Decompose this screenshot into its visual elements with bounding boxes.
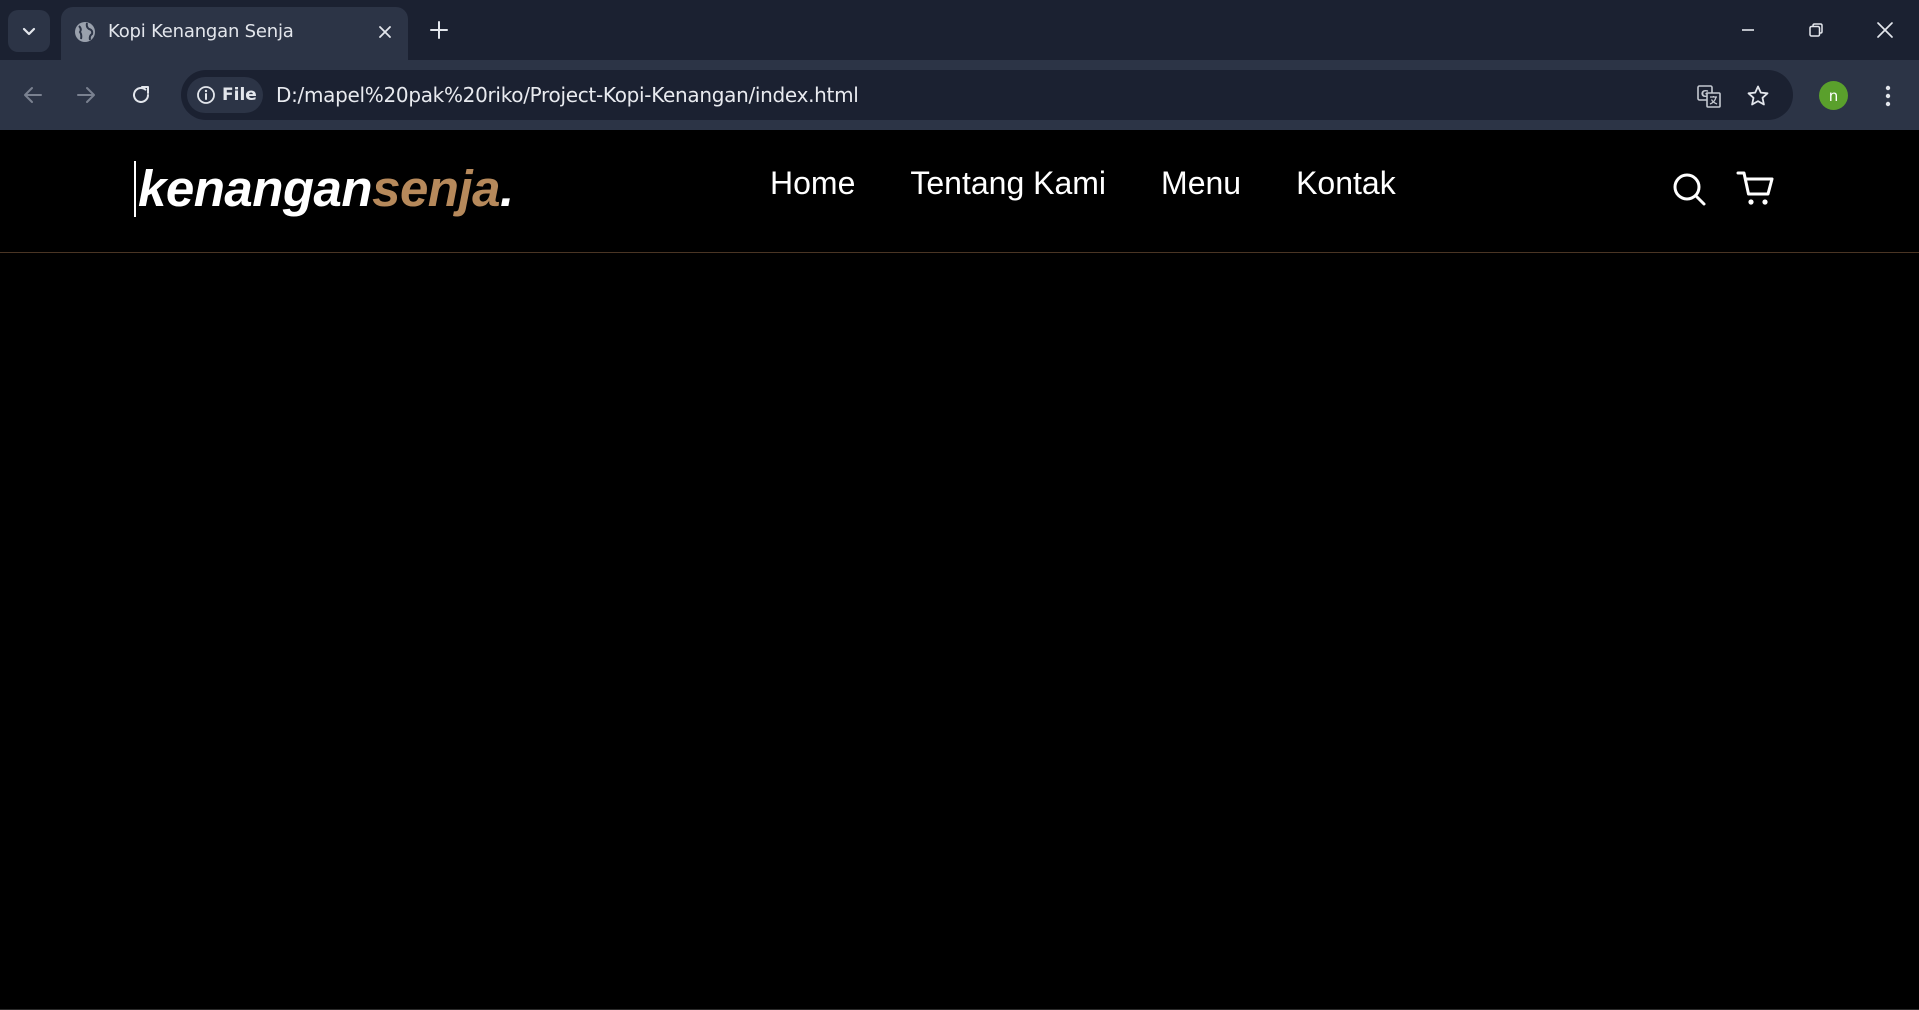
profile-avatar[interactable]: n xyxy=(1819,81,1848,110)
nav-link-tentang-kami[interactable]: Tentang Kami xyxy=(910,165,1106,202)
star-icon xyxy=(1747,85,1769,106)
logo-suffix: . xyxy=(500,160,514,217)
restore-icon xyxy=(1809,23,1823,37)
site-navbar: kenangansenja. Home Tentang Kami Menu Ko… xyxy=(0,130,1919,253)
shopping-cart-icon xyxy=(1736,171,1774,205)
reload-button[interactable] xyxy=(124,78,158,112)
tab-search-button[interactable] xyxy=(8,10,50,52)
minimize-icon xyxy=(1742,29,1754,31)
nav-link-menu[interactable]: Menu xyxy=(1161,165,1241,202)
tab-title: Kopi Kenangan Senja xyxy=(108,21,294,42)
chevron-down-icon xyxy=(22,27,36,36)
close-window-button[interactable] xyxy=(1862,12,1908,48)
reload-icon xyxy=(133,86,149,103)
tab-close-button[interactable] xyxy=(374,21,396,43)
minimize-button[interactable] xyxy=(1725,12,1771,48)
search-icon xyxy=(1673,173,1706,206)
forward-button[interactable] xyxy=(69,78,103,112)
site-search-button[interactable] xyxy=(1668,168,1710,210)
nav-link-kontak[interactable]: Kontak xyxy=(1296,165,1396,202)
more-vertical-icon xyxy=(1885,85,1891,107)
translate-button[interactable]: G xyxy=(1695,82,1723,110)
close-icon xyxy=(379,26,391,38)
browser-window: Kopi Kenangan Senja File D:/mapel%20pak%… xyxy=(0,0,1919,1010)
arrow-left-icon xyxy=(24,87,42,103)
info-icon xyxy=(197,86,215,104)
web-page: kenangansenja. Home Tentang Kami Menu Ko… xyxy=(0,130,1919,1010)
back-button[interactable] xyxy=(16,78,50,112)
browser-toolbar: File D:/mapel%20pak%20riko/Project-Kopi-… xyxy=(0,60,1919,130)
site-info-chip[interactable]: File xyxy=(187,77,263,113)
browser-menu-button[interactable] xyxy=(1874,79,1902,113)
site-logo[interactable]: kenangansenja. xyxy=(134,160,514,218)
logo-primary-text: kenangan xyxy=(138,160,373,217)
nav-links: Home Tentang Kami Menu Kontak xyxy=(770,165,1396,202)
address-bar[interactable]: File D:/mapel%20pak%20riko/Project-Kopi-… xyxy=(181,70,1793,120)
tab-strip: Kopi Kenangan Senja xyxy=(0,0,1919,60)
active-tab[interactable]: Kopi Kenangan Senja xyxy=(61,7,408,60)
shopping-cart-button[interactable] xyxy=(1735,168,1777,210)
site-chip-label: File xyxy=(222,85,257,105)
url-text[interactable]: D:/mapel%20pak%20riko/Project-Kopi-Kenan… xyxy=(276,83,859,107)
logo-accent-text: senja xyxy=(372,160,500,217)
arrow-right-icon xyxy=(77,87,95,103)
translate-icon: G xyxy=(1697,85,1721,108)
globe-icon xyxy=(75,22,95,42)
bookmark-button[interactable] xyxy=(1744,82,1772,110)
restore-button[interactable] xyxy=(1793,12,1839,48)
nav-link-home[interactable]: Home xyxy=(770,165,855,202)
close-icon xyxy=(1877,22,1893,38)
plus-icon xyxy=(430,21,448,39)
new-tab-button[interactable] xyxy=(426,17,452,43)
